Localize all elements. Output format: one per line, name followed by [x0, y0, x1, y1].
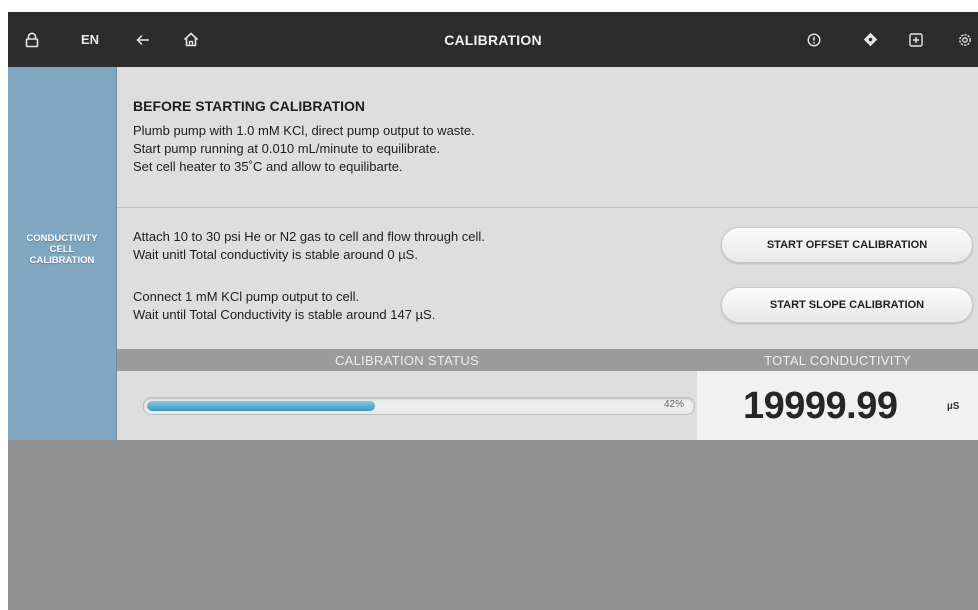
progress-percent: 42%	[663, 399, 684, 410]
sidebar-label-line: CONDUCTIVITY	[26, 233, 98, 244]
top-bar: EN CALIBRATION	[8, 12, 978, 67]
progress-fill	[147, 401, 375, 411]
plus-box-icon[interactable]	[905, 12, 927, 67]
instruction-line: Plumb pump with 1.0 mM KCl, direct pump …	[133, 123, 475, 138]
conductivity-unit: µS	[947, 401, 960, 412]
offset-instruction-line: Wait unitl Total conductivity is stable …	[133, 247, 418, 262]
total-conductivity-readout: 19999.99 µS	[697, 371, 978, 440]
sidebar-item-label: CONDUCTIVITY CELL CALIBRATION	[8, 233, 116, 266]
start-offset-calibration-button[interactable]: START OFFSET CALIBRATION	[721, 227, 973, 263]
conductivity-value: 19999.99	[743, 385, 898, 427]
total-conductivity-header: TOTAL CONDUCTIVITY	[764, 352, 911, 368]
slope-instruction-line: Connect 1 mM KCl pump output to cell.	[133, 289, 360, 304]
calibration-status-header: CALIBRATION STATUS	[334, 352, 480, 368]
offset-instruction-line: Attach 10 to 30 psi He or N2 gas to cell…	[133, 229, 485, 244]
app-frame: EN CALIBRATION CONDUCTIVITY CELL CALIBRA…	[8, 12, 978, 610]
calibration-progress-bar: 42%	[143, 397, 695, 415]
instruction-line: Set cell heater to 35˚C and allow to equ…	[133, 159, 403, 174]
instruction-line: Start pump running at 0.010 mL/minute to…	[133, 141, 441, 156]
slope-instruction-line: Wait until Total Conductivity is stable …	[133, 307, 436, 322]
section-title: BEFORE STARTING CALIBRATION	[133, 98, 366, 114]
alert-icon[interactable]	[803, 12, 825, 67]
sidebar-item-conductivity-cell-calibration[interactable]: CONDUCTIVITY CELL CALIBRATION	[8, 67, 117, 440]
diamond-icon[interactable]	[859, 12, 881, 67]
start-slope-calibration-button[interactable]: START SLOPE CALIBRATION	[721, 287, 973, 323]
sidebar-label-line: CALIBRATION	[29, 255, 95, 266]
page-title: CALIBRATION	[444, 31, 542, 48]
calibration-panel: BEFORE STARTING CALIBRATION Plumb pump w…	[117, 67, 978, 440]
before-starting-section: BEFORE STARTING CALIBRATION Plumb pump w…	[117, 67, 978, 208]
calibration-status-area: 42%	[117, 371, 697, 440]
status-header-bar: CALIBRATION STATUS TOTAL CONDUCTIVITY	[117, 349, 978, 371]
sidebar-label-line: CELL	[49, 244, 75, 255]
gear-icon[interactable]	[954, 12, 976, 67]
